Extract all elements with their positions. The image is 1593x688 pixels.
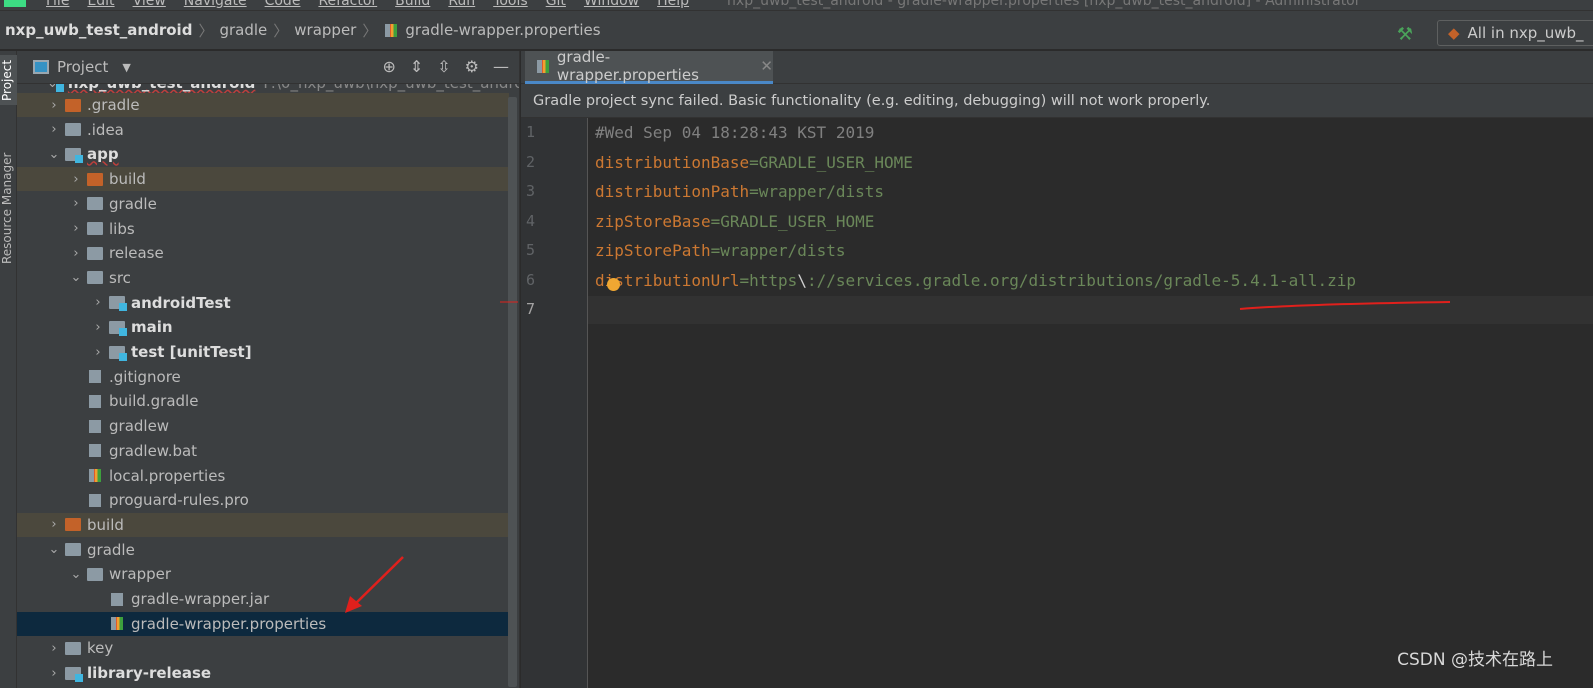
red-arrow-annotation — [351, 556, 404, 608]
red-underline-annotation — [1239, 301, 1451, 310]
watermark: CSDN @技术在路上 — [1397, 650, 1553, 670]
hide-icon[interactable]: — — [493, 57, 509, 76]
annotation-overlay — [345, 301, 1451, 613]
expand-all-icon[interactable]: ⇕ — [410, 57, 423, 76]
chevron-down-icon[interactable]: ▼ — [122, 61, 130, 74]
locate-icon[interactable]: ⊕ — [382, 57, 395, 76]
project-panel-header: Project ▼ ⊕ ⇕ ⇳ ⚙ — — [17, 51, 519, 84]
project-view-select[interactable]: Project — [57, 58, 108, 76]
gear-icon[interactable]: ⚙ — [465, 57, 479, 76]
collapse-all-icon[interactable]: ⇳ — [437, 57, 450, 76]
project-view-icon — [33, 60, 49, 74]
